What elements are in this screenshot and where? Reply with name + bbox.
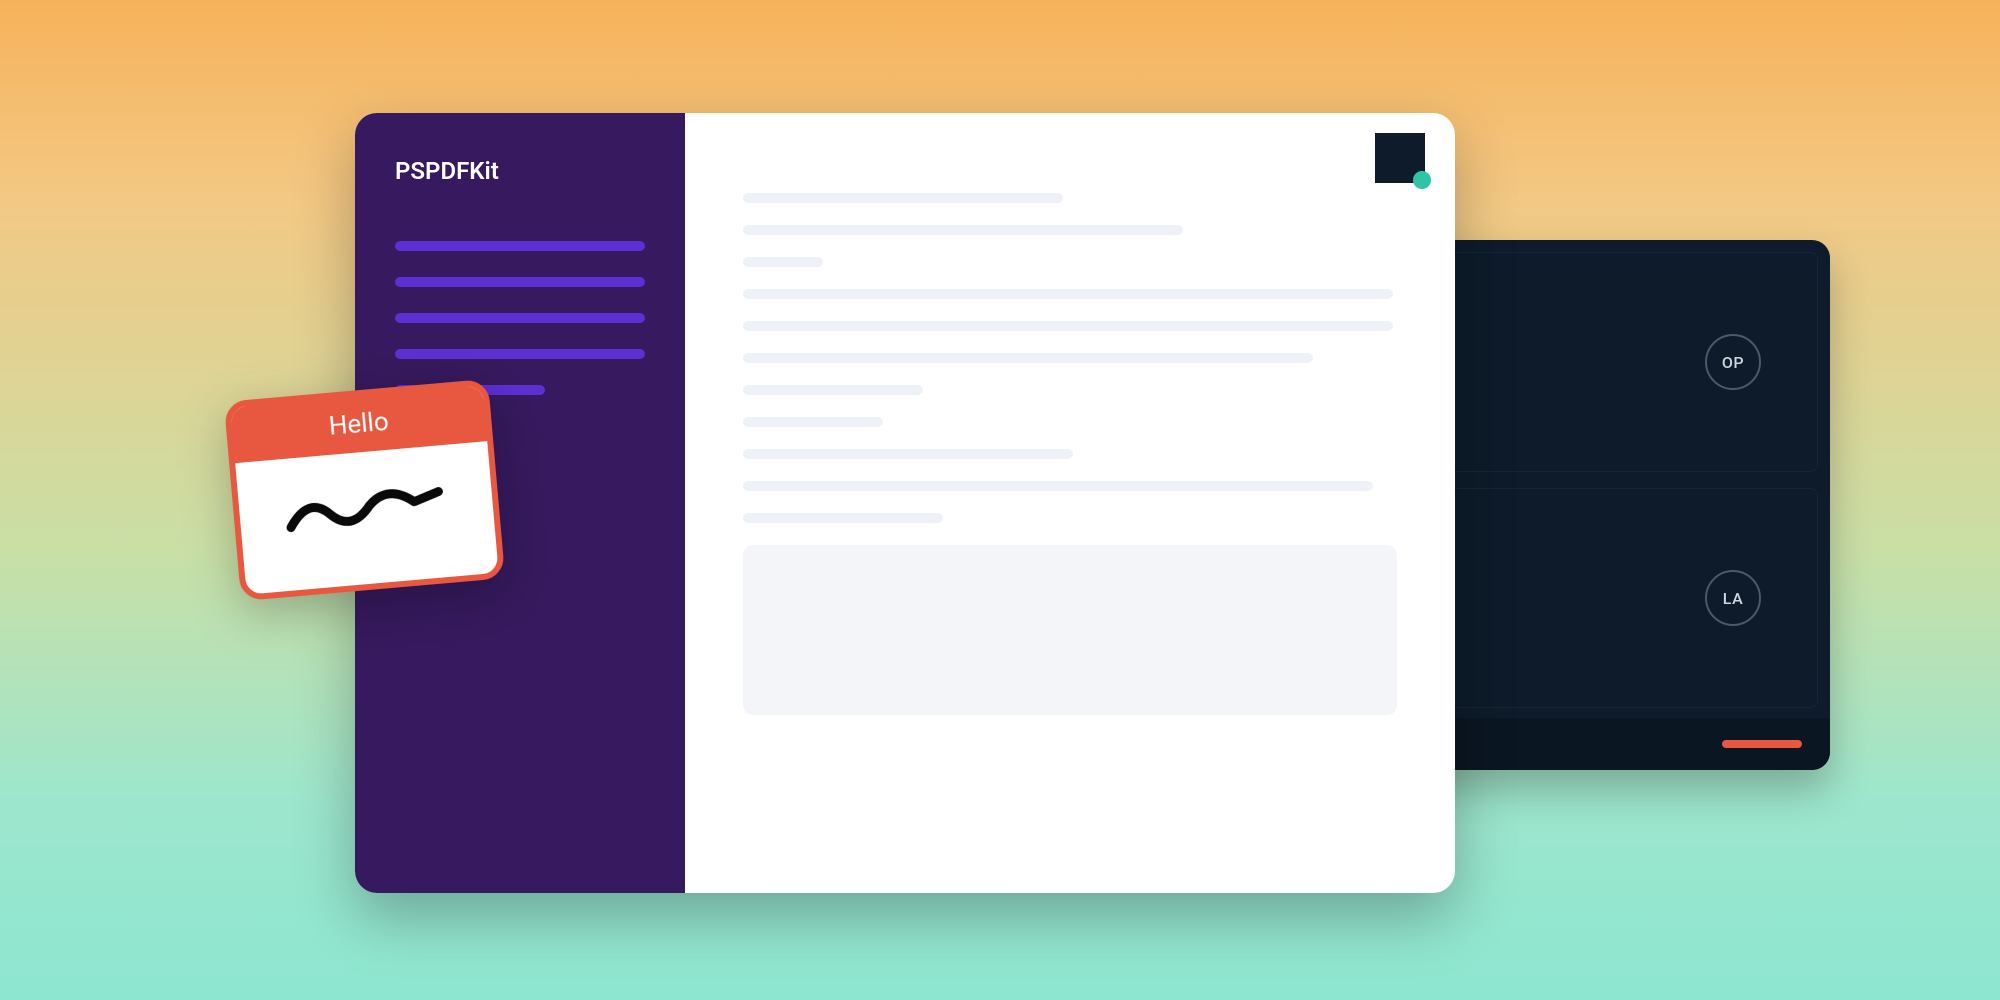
text-placeholder: [743, 385, 923, 395]
text-placeholder: [743, 449, 1073, 459]
name-tag-label: Hello: [230, 385, 487, 463]
name-tag-body: Hello: [224, 379, 505, 601]
name-tag-badge[interactable]: Hello: [224, 379, 505, 601]
avatar: OP: [1705, 334, 1761, 390]
comment-input[interactable]: [743, 545, 1397, 715]
avatar: LA: [1705, 570, 1761, 626]
text-placeholder: [743, 481, 1373, 491]
sidebar-item[interactable]: [395, 313, 645, 323]
text-placeholder: [743, 513, 943, 523]
status-dot-icon: [1413, 171, 1431, 189]
sidebar-item[interactable]: [395, 277, 645, 287]
document-window: PSPDFKit: [355, 113, 1455, 893]
avatar-initials: OP: [1722, 353, 1744, 372]
text-placeholder: [743, 193, 1063, 203]
leave-call-button[interactable]: [1722, 740, 1802, 748]
signature-icon: [277, 468, 462, 553]
text-placeholder: [743, 353, 1313, 363]
text-placeholder: [743, 289, 1393, 299]
sidebar-item[interactable]: [395, 241, 645, 251]
text-placeholder: [743, 225, 1183, 235]
text-placeholder: [743, 257, 823, 267]
document-content: [685, 113, 1455, 893]
text-placeholder: [743, 417, 883, 427]
text-placeholder: [743, 321, 1393, 331]
avatar-initials: LA: [1723, 589, 1743, 608]
sidebar-item[interactable]: [395, 349, 645, 359]
app-title: PSPDFKit: [395, 157, 645, 185]
